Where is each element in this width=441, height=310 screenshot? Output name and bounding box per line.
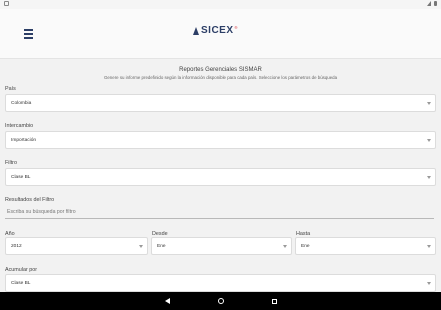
filtro-select[interactable]: Clase BL <box>5 168 436 186</box>
intercambio-select[interactable]: Importación <box>5 131 436 149</box>
battery-icon <box>434 1 437 6</box>
chevron-down-icon <box>283 245 287 248</box>
navigation-bar <box>0 292 441 310</box>
back-icon[interactable] <box>164 298 170 304</box>
chevron-down-icon <box>427 282 431 285</box>
intercambio-label: Intercambio <box>5 123 34 129</box>
hamburger-icon <box>24 29 33 31</box>
desde-select[interactable]: Ene <box>151 237 292 255</box>
anio-select[interactable]: 2012 <box>5 237 148 255</box>
resultados-input[interactable] <box>5 205 434 219</box>
notification-icon <box>4 1 9 6</box>
desde-value: Ene <box>157 244 166 249</box>
pais-label: País <box>5 86 16 92</box>
filtro-label: Filtro <box>5 160 17 166</box>
acumular-label: Acumular por <box>5 267 38 273</box>
status-bar <box>0 0 441 9</box>
sicex-logo: SICEX ® <box>193 25 237 36</box>
chevron-down-icon <box>427 245 431 248</box>
logo-superscript: ® <box>234 25 238 30</box>
chevron-down-icon <box>427 139 431 142</box>
chevron-down-icon <box>427 102 431 105</box>
chevron-down-icon <box>427 176 431 179</box>
pais-value: Colombia <box>11 101 32 106</box>
resultados-label: Resultados del Filtro <box>5 197 55 203</box>
acumular-value: Clase BL <box>11 281 31 286</box>
chevron-down-icon <box>139 245 143 248</box>
page-title: Reportes Gerenciales SISMAR <box>179 67 262 73</box>
home-icon[interactable] <box>217 298 224 304</box>
logo-text: SICEX <box>201 25 234 36</box>
intercambio-value: Importación <box>11 138 37 143</box>
logo-mark-icon <box>193 26 199 35</box>
main-content: Reportes Gerenciales SISMAR Genere su in… <box>0 60 441 292</box>
page-subtitle: Genere su informe predefinido según la i… <box>103 75 338 80</box>
hasta-value: Ene <box>301 244 310 249</box>
signal-icon <box>427 1 431 6</box>
recent-apps-icon[interactable] <box>271 298 277 304</box>
menu-button[interactable] <box>20 28 38 42</box>
pais-select[interactable]: Colombia <box>5 94 436 112</box>
anio-value: 2012 <box>11 244 22 249</box>
hasta-select[interactable]: Ene <box>295 237 436 255</box>
filtro-value: Clase BL <box>11 175 31 180</box>
status-icons <box>427 1 437 6</box>
acumular-select[interactable]: Clase BL <box>5 274 436 292</box>
app-bar: SICEX ® <box>0 9 441 59</box>
